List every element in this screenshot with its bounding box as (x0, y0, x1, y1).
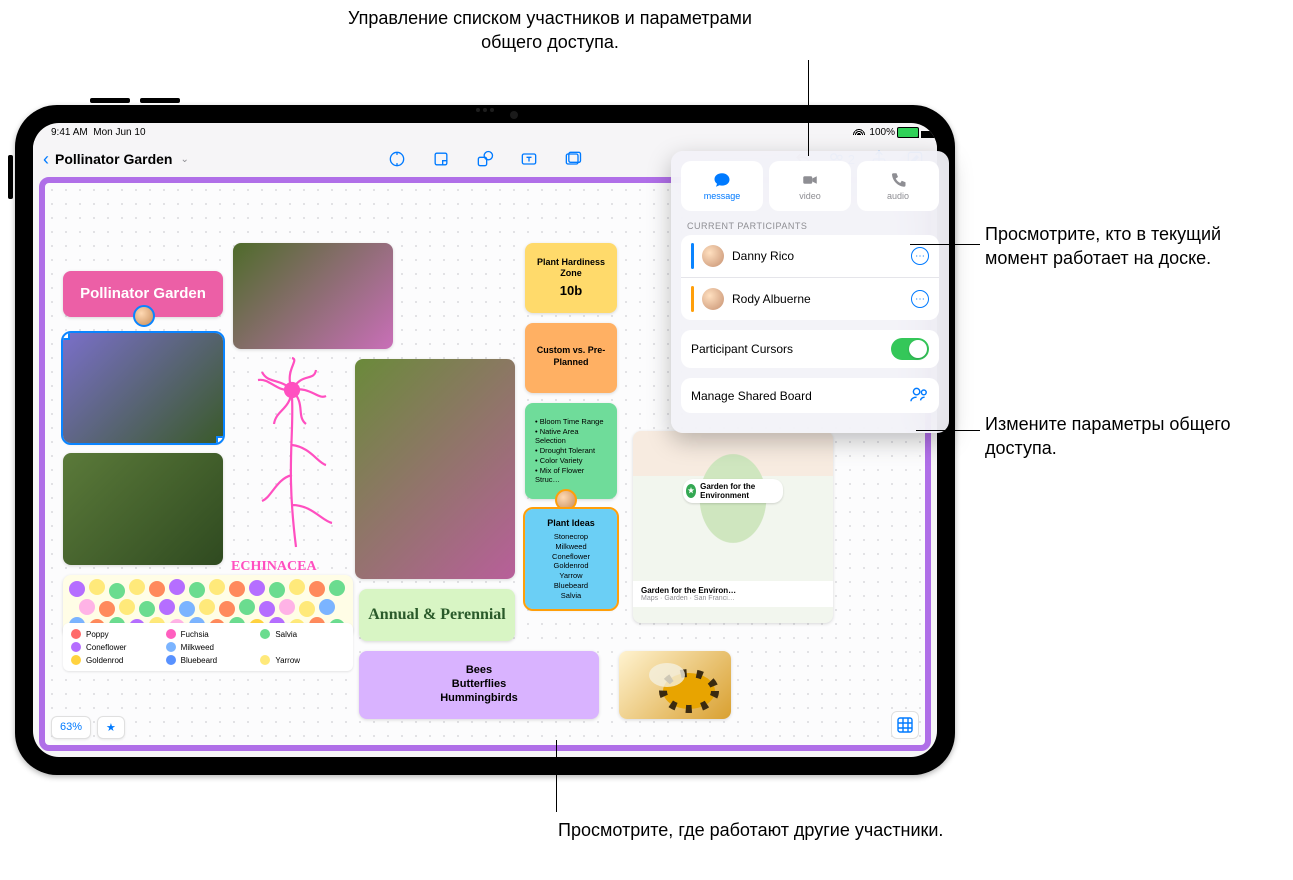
audio-button[interactable]: audio (857, 161, 937, 211)
cursors-switch[interactable] (891, 338, 929, 360)
screen: 9:41 AM Mon Jun 10 100% ‹ Pollinator Gar… (33, 123, 937, 757)
legend-item: Milkweed (166, 642, 251, 652)
more-icon[interactable]: ⋯ (911, 247, 929, 265)
custom-note[interactable]: Custom vs. Pre-Planned (525, 323, 617, 393)
zoom-level[interactable]: 63% (51, 716, 91, 739)
collaboration-popover: message video audio CURRENT PARTICIPANTS… (671, 151, 937, 433)
avatar (702, 288, 724, 310)
ipad-volume-up (90, 98, 130, 103)
callout-bottom: Просмотрите, где работают другие участни… (558, 818, 978, 842)
legend-item: Poppy (71, 629, 156, 639)
callout-right-1: Просмотрите, кто в текущий момент работа… (985, 222, 1275, 271)
legend-item: Bluebeard (166, 655, 251, 665)
text-tool-icon[interactable] (517, 148, 541, 170)
bee-photo[interactable] (619, 651, 731, 719)
callout-lead (808, 60, 809, 156)
annual-perennial-note[interactable]: Annual & Perennial (359, 589, 515, 641)
status-bar: 9:41 AM Mon Jun 10 100% (33, 123, 937, 141)
echinacea-drawing[interactable] (237, 355, 347, 555)
photo-lavender-bee[interactable] (63, 333, 223, 443)
photo-garden-tall[interactable] (355, 359, 515, 579)
callout-lead (916, 430, 980, 431)
legend[interactable]: Poppy Fuchsia Salvia Coneflower Milkweed… (63, 623, 353, 671)
presence-indicator (691, 243, 694, 269)
ipad-power-button (8, 155, 13, 199)
bloom-note[interactable]: • Bloom Time Range • Native Area Selecti… (525, 403, 617, 499)
favorites-button[interactable]: ★ (97, 716, 125, 739)
manage-shared-board-row[interactable]: Manage Shared Board (681, 378, 937, 413)
sticky-note-tool-icon[interactable] (429, 148, 453, 170)
plant-ideas-note[interactable]: Plant Ideas Stonecrop Milkweed Coneflowe… (525, 509, 617, 609)
participant-row[interactable]: Rody Albuerne ⋯ (681, 277, 937, 320)
participant-cursor-rody (555, 489, 577, 511)
board-title[interactable]: Pollinator Garden (55, 151, 172, 167)
callout-right-2: Измените параметры общего доступа. (985, 412, 1275, 461)
legend-item: Salvia (260, 629, 345, 639)
message-button[interactable]: message (681, 161, 763, 211)
map-pin: Garden for the Environment (683, 479, 783, 503)
ipad-frame: 9:41 AM Mon Jun 10 100% ‹ Pollinator Gar… (15, 105, 955, 775)
participants-section-label: CURRENT PARTICIPANTS (687, 221, 933, 231)
photo-garden-wide[interactable] (63, 453, 223, 565)
ipad-volume-down (140, 98, 180, 103)
participant-cursor-danny (133, 305, 155, 327)
back-icon[interactable]: ‹ (43, 149, 49, 170)
manage-label: Manage Shared Board (691, 389, 812, 403)
presence-indicator (691, 286, 694, 312)
hardiness-note[interactable]: Plant Hardiness Zone 10b (525, 243, 617, 313)
echinacea-label: ECHINACEA (231, 559, 317, 575)
map-subtitle: Maps · Garden · San Franci… (641, 595, 825, 602)
map-title: Garden for the Environ… (641, 586, 825, 595)
video-button[interactable]: video (769, 161, 851, 211)
participant-cursors-toggle-row: Participant Cursors (681, 330, 937, 368)
map-pin-icon (686, 484, 696, 498)
callout-top: Управление списком участников и параметр… (340, 6, 760, 55)
bees-note[interactable]: Bees Butterflies Hummingbirds (359, 651, 599, 719)
manage-shared-icon (909, 386, 929, 405)
participant-row[interactable]: Danny Rico ⋯ (681, 235, 937, 277)
avatar (702, 245, 724, 267)
legend-item: Goldenrod (71, 655, 156, 665)
legend-item: Coneflower (71, 642, 156, 652)
photo-pink-flower[interactable] (233, 243, 393, 349)
marker-tool-icon[interactable] (385, 148, 409, 170)
callout-lead (910, 244, 980, 245)
participant-name: Danny Rico (732, 249, 794, 263)
minimap-button[interactable] (891, 711, 919, 739)
media-tool-icon[interactable] (561, 148, 585, 170)
map-card[interactable]: Garden for the Environment Garden for th… (633, 431, 833, 623)
legend-item: Fuchsia (166, 629, 251, 639)
status-date: Mon Jun 10 (93, 127, 145, 138)
more-icon[interactable]: ⋯ (911, 290, 929, 308)
legend-item: Yarrow (260, 655, 345, 665)
chevron-down-icon[interactable]: ⌄ (180, 154, 188, 165)
participants-list: Danny Rico ⋯ Rody Albuerne ⋯ (681, 235, 937, 320)
battery-icon: 100% (869, 127, 919, 138)
callout-lead (556, 740, 557, 812)
status-time: 9:41 AM (51, 127, 88, 138)
shapes-tool-icon[interactable] (473, 148, 497, 170)
wifi-icon (853, 127, 865, 138)
participant-name: Rody Albuerne (732, 292, 811, 306)
legend-item (260, 642, 345, 652)
cursors-label: Participant Cursors (691, 342, 793, 356)
